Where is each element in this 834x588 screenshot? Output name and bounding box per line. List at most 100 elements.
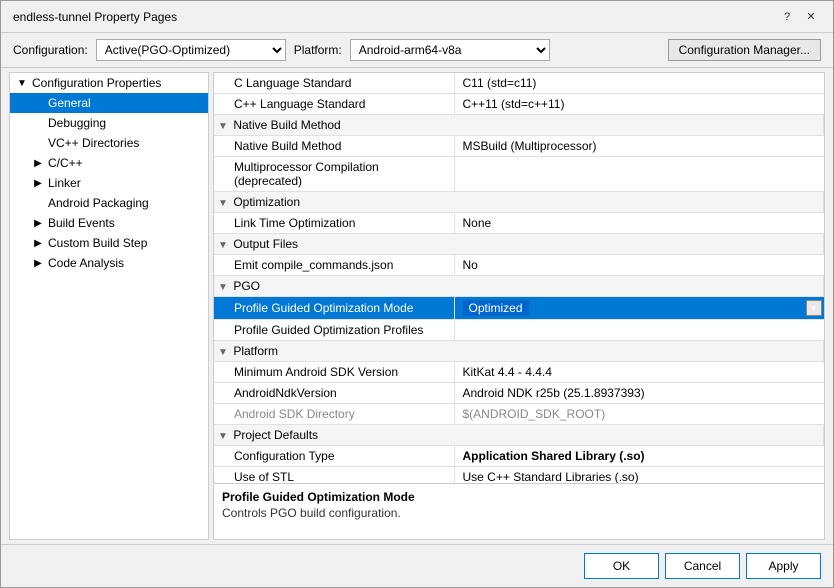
prop-value: $(ANDROID_SDK_ROOT) [454, 404, 824, 425]
table-row[interactable]: Minimum Android SDK Version KitKat 4.4 -… [214, 362, 824, 383]
table-row[interactable]: Configuration Type Application Shared Li… [214, 446, 824, 467]
table-row[interactable]: C Language Standard C11 (std=c11) [214, 73, 824, 94]
prop-name-pgo-mode: Profile Guided Optimization Mode [214, 297, 454, 320]
section-expand-icon: ▼ [218, 121, 230, 132]
expand-icon: ▶ [30, 155, 46, 171]
prop-value: MSBuild (Multiprocessor) [454, 136, 824, 157]
prop-value: Use C++ Standard Libraries (.so) [454, 467, 824, 484]
section-header-label: ▼ PGO [214, 276, 824, 297]
section-expand-icon: ▼ [218, 240, 230, 251]
prop-value: C11 (std=c11) [454, 73, 824, 94]
section-expand-icon: ▼ [218, 282, 230, 293]
spacer-icon [30, 95, 46, 111]
cancel-button[interactable]: Cancel [665, 553, 740, 579]
tree-item-cpp[interactable]: ▶ C/C++ [10, 153, 208, 173]
tree-item-label: Build Events [48, 216, 115, 230]
table-row[interactable]: Android SDK Directory $(ANDROID_SDK_ROOT… [214, 404, 824, 425]
help-button[interactable]: ? [777, 7, 797, 27]
expand-icon: ▶ [30, 235, 46, 251]
tree-item-code-analysis[interactable]: ▶ Code Analysis [10, 253, 208, 273]
tree-item-label: Android Packaging [48, 196, 149, 210]
title-bar-controls: ? ✕ [777, 7, 821, 27]
prop-value: KitKat 4.4 - 4.4.4 [454, 362, 824, 383]
configuration-manager-button[interactable]: Configuration Manager... [668, 39, 821, 61]
prop-name: C Language Standard [214, 73, 454, 94]
description-text: Controls PGO build configuration. [222, 506, 816, 520]
table-row-pgo-profiles[interactable]: Profile Guided Optimization Profiles [214, 320, 824, 341]
property-pages-dialog: endless-tunnel Property Pages ? ✕ Config… [0, 0, 834, 588]
table-row[interactable]: Emit compile_commands.json No [214, 255, 824, 276]
tree-item-label: General [48, 96, 91, 110]
section-header-label: ▼ Optimization [214, 192, 824, 213]
table-row[interactable]: Multiprocessor Compilation (deprecated) [214, 157, 824, 192]
properties-table: C Language Standard C11 (std=c11) C++ La… [214, 73, 824, 483]
section-header-label: ▼ Output Files [214, 234, 824, 255]
title-bar: endless-tunnel Property Pages ? ✕ [1, 1, 833, 33]
prop-value: None [454, 213, 824, 234]
pgo-value-highlight: Optimized [463, 300, 529, 316]
tree-item-custom-build[interactable]: ▶ Custom Build Step [10, 233, 208, 253]
config-bar: Configuration: Active(PGO-Optimized) Pla… [1, 33, 833, 68]
prop-value: No [454, 255, 824, 276]
apply-button[interactable]: Apply [746, 553, 821, 579]
tree-item-general[interactable]: General [10, 93, 208, 113]
expand-icon: ▼ [14, 75, 30, 91]
section-expand-icon: ▼ [218, 347, 230, 358]
section-expand-icon: ▼ [218, 431, 230, 442]
table-row[interactable]: C++ Language Standard C++11 (std=c++11) [214, 94, 824, 115]
tree-item-label: Code Analysis [48, 256, 124, 270]
prop-name: C++ Language Standard [214, 94, 454, 115]
expand-icon: ▶ [30, 255, 46, 271]
tree-item-android-packaging[interactable]: Android Packaging [10, 193, 208, 213]
table-row-pgo-mode[interactable]: Profile Guided Optimization Mode Optimiz… [214, 297, 824, 320]
prop-value-pgo-mode: Optimized ▼ [454, 297, 824, 320]
spacer-icon [30, 135, 46, 151]
prop-name: Configuration Type [214, 446, 454, 467]
section-header-label: ▼ Native Build Method [214, 115, 824, 136]
spacer-icon [30, 115, 46, 131]
table-row[interactable]: Use of STL Use C++ Standard Libraries (.… [214, 467, 824, 484]
section-header-label: ▼ Platform [214, 341, 824, 362]
ok-button[interactable]: OK [584, 553, 659, 579]
prop-name: Use of STL [214, 467, 454, 484]
table-row[interactable]: Link Time Optimization None [214, 213, 824, 234]
section-project-defaults: ▼ Project Defaults [214, 425, 824, 446]
tree-item-label: Configuration Properties [32, 76, 161, 90]
dropdown-arrow-icon[interactable]: ▼ [806, 300, 822, 316]
properties-panel: C Language Standard C11 (std=c11) C++ La… [213, 72, 825, 540]
description-area: Profile Guided Optimization Mode Control… [214, 483, 824, 539]
tree-item-linker[interactable]: ▶ Linker [10, 173, 208, 193]
tree-item-config-properties[interactable]: ▼ Configuration Properties [10, 73, 208, 93]
dialog-title: endless-tunnel Property Pages [13, 10, 177, 24]
prop-name: Native Build Method [214, 136, 454, 157]
spacer-icon [30, 195, 46, 211]
tree-item-debugging[interactable]: Debugging [10, 113, 208, 133]
tree-item-label: Debugging [48, 116, 106, 130]
tree-item-vc-dirs[interactable]: VC++ Directories [10, 133, 208, 153]
section-platform: ▼ Platform [214, 341, 824, 362]
main-content: ▼ Configuration Properties General Debug… [1, 68, 833, 544]
prop-name: AndroidNdkVersion [214, 383, 454, 404]
button-bar: OK Cancel Apply [1, 544, 833, 587]
configuration-select[interactable]: Active(PGO-Optimized) [96, 39, 286, 61]
section-pgo: ▼ PGO [214, 276, 824, 297]
tree-item-label: VC++ Directories [48, 136, 139, 150]
section-output-files: ▼ Output Files [214, 234, 824, 255]
prop-value [454, 157, 824, 192]
description-title: Profile Guided Optimization Mode [222, 490, 816, 504]
close-button[interactable]: ✕ [801, 7, 821, 27]
prop-value: Android NDK r25b (25.1.8937393) [454, 383, 824, 404]
tree-item-build-events[interactable]: ▶ Build Events [10, 213, 208, 233]
prop-value-pgo-profiles [454, 320, 824, 341]
table-row[interactable]: Native Build Method MSBuild (Multiproces… [214, 136, 824, 157]
section-expand-icon: ▼ [218, 198, 230, 209]
tree-item-label: C/C++ [48, 156, 83, 170]
tree-item-label: Linker [48, 176, 81, 190]
prop-name: Multiprocessor Compilation (deprecated) [214, 157, 454, 192]
prop-name: Link Time Optimization [214, 213, 454, 234]
prop-name: Android SDK Directory [214, 404, 454, 425]
tree-panel: ▼ Configuration Properties General Debug… [9, 72, 209, 540]
platform-select[interactable]: Android-arm64-v8a [350, 39, 550, 61]
prop-name: Minimum Android SDK Version [214, 362, 454, 383]
table-row[interactable]: AndroidNdkVersion Android NDK r25b (25.1… [214, 383, 824, 404]
